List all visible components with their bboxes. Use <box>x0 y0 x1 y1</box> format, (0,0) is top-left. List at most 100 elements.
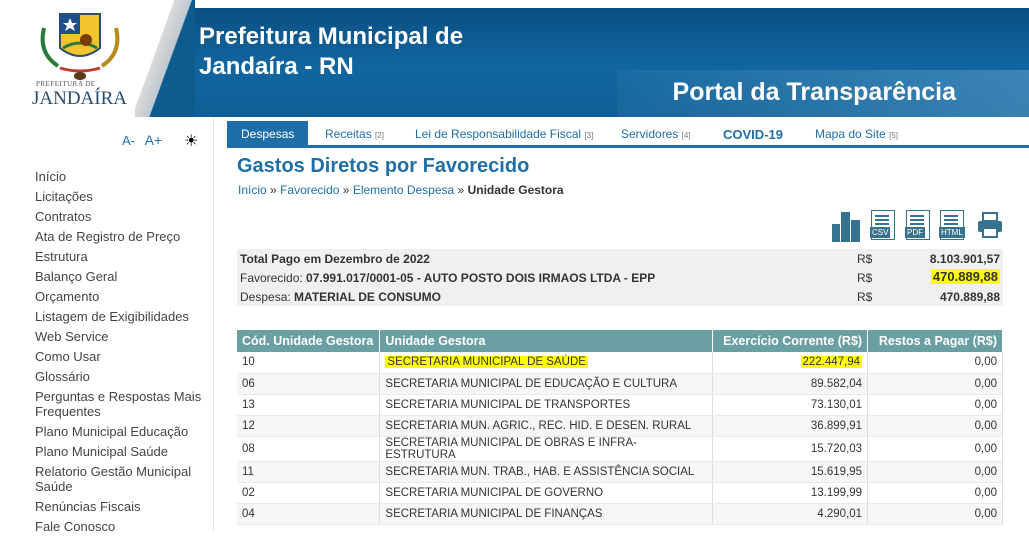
cell-exercicio: 222.447,94 <box>712 352 869 374</box>
coat-of-arms-icon <box>40 13 120 80</box>
sidebar-item-plano-saude[interactable]: Plano Municipal Saúde <box>35 444 210 459</box>
sidebar-item-glossario[interactable]: Glossário <box>35 369 210 384</box>
favorecido-label: Favorecido: <box>240 271 303 285</box>
table-row: 13 SECRETARIA MUNICIPAL DE TRANSPORTES 7… <box>237 394 1003 416</box>
chart-icon[interactable] <box>830 210 860 242</box>
cell-exercicio: 15.619,95 <box>712 461 869 483</box>
font-decrease-button[interactable]: A- <box>122 133 135 148</box>
tab-mapa-site[interactable]: Mapa do Site [5] <box>815 121 898 145</box>
font-increase-button[interactable]: A+ <box>145 132 163 148</box>
municipality-title: Prefeitura Municipal de Jandaíra - RN <box>199 22 463 82</box>
sidebar: A- A+ ☀ Início Licitações Contratos Ata … <box>17 117 214 534</box>
cell-unidade[interactable]: SECRETARIA MUNICIPAL DE OBRAS E INFRA-ES… <box>379 436 714 462</box>
summary-favorecido-row: Favorecido: 07.991.017/0001-05 - AUTO PO… <box>240 268 1000 286</box>
col-header-restos[interactable]: Restos a Pagar (R$) <box>867 330 1003 352</box>
cell-unidade[interactable]: SECRETARIA MUN. AGRIC., REC. HID. E DESE… <box>379 415 714 437</box>
cell-exercicio: 73.130,01 <box>712 394 869 416</box>
sidebar-item-renuncias-fiscais[interactable]: Renúncias Fiscais <box>35 499 210 514</box>
tab-covid[interactable]: COVID-19 <box>723 121 783 145</box>
breadcrumb-favorecido[interactable]: Favorecido <box>280 183 339 197</box>
cell-unidade[interactable]: SECRETARIA MUNICIPAL DE GOVERNO <box>379 482 714 504</box>
tab-servidores[interactable]: Servidores [4] <box>621 121 691 145</box>
summary-total-row: Total Pago em Dezembro de 2022 R$ 8.103.… <box>240 249 1000 267</box>
gastos-table: Cód. Unidade Gestora Unidade Gestora Exe… <box>237 330 1003 525</box>
breadcrumb-elemento-despesa[interactable]: Elemento Despesa <box>353 183 454 197</box>
cell-codigo: 04 <box>237 503 381 525</box>
total-label: Total Pago em Dezembro de 2022 <box>240 252 430 266</box>
favorecido-value: 07.991.017/0001-05 - AUTO POSTO DOIS IRM… <box>306 271 656 285</box>
cell-restos: 0,00 <box>867 482 1003 504</box>
summary-despesa-row: Despesa: MATERIAL DE CONSUMO R$ 470.889,… <box>240 287 1000 305</box>
col-header-exercicio[interactable]: Exercício Corrente (R$) <box>712 330 869 352</box>
cell-unidade[interactable]: SECRETARIA MUNICIPAL DE EDUCAÇÃO E CULTU… <box>379 373 714 395</box>
sidebar-item-estrutura[interactable]: Estrutura <box>35 249 210 264</box>
sidebar-item-orcamento[interactable]: Orçamento <box>35 289 210 304</box>
summary-box: Total Pago em Dezembro de 2022 R$ 8.103.… <box>237 249 1003 306</box>
table-row: 08 SECRETARIA MUNICIPAL DE OBRAS E INFRA… <box>237 436 1003 462</box>
sidebar-item-ata-registro-preco[interactable]: Ata de Registro de Preço <box>35 229 210 244</box>
municipality-title-line2: Jandaíra - RN <box>199 53 354 80</box>
cell-exercicio: 15.720,03 <box>712 436 869 462</box>
pdf-export-icon[interactable]: PDF <box>905 210 932 242</box>
cell-unidade[interactable]: SECRETARIA MUN. TRAB., HAB. E ASSISTÊNCI… <box>379 461 714 483</box>
tab-count: [2] <box>375 131 384 140</box>
cell-unidade-link[interactable]: SECRETARIA MUNICIPAL DE SAÚDE <box>385 356 588 369</box>
cell-unidade[interactable]: SECRETARIA MUNICIPAL DE SAÚDE <box>379 352 714 374</box>
tab-despesas[interactable]: Despesas <box>227 121 309 145</box>
col-header-codigo[interactable]: Cód. Unidade Gestora <box>237 330 381 352</box>
portal-title: Portal da Transparência <box>672 78 956 106</box>
table-row: 12 SECRETARIA MUN. AGRIC., REC. HID. E D… <box>237 415 1003 437</box>
col-header-unidade[interactable]: Unidade Gestora <box>379 330 714 352</box>
sidebar-item-fale-conosco[interactable]: Fale Conosco <box>35 519 210 534</box>
cell-codigo: 13 <box>237 394 381 416</box>
total-value: 8.103.901,57 <box>929 252 1000 266</box>
tab-label: COVID-19 <box>723 127 783 142</box>
despesa-field: Despesa: MATERIAL DE CONSUMO <box>240 290 441 304</box>
sidebar-item-balanco-geral[interactable]: Balanço Geral <box>35 269 210 284</box>
cell-unidade[interactable]: SECRETARIA MUNICIPAL DE TRANSPORTES <box>379 394 714 416</box>
breadcrumb-separator: » <box>457 183 465 197</box>
cell-restos: 0,00 <box>867 373 1003 395</box>
cell-unidade[interactable]: SECRETARIA MUNICIPAL DE FINANÇAS <box>379 503 714 525</box>
cell-restos: 0,00 <box>867 503 1003 525</box>
logo-caption: PREFEITURA DE <box>36 80 96 88</box>
tab-receitas[interactable]: Receitas [2] <box>325 121 384 145</box>
sidebar-nav: Início Licitações Contratos Ata de Regis… <box>35 169 210 539</box>
logo-name: JANDAÍRA <box>32 88 127 109</box>
tab-label: Mapa do Site <box>815 127 886 141</box>
header-top-band <box>162 0 1029 8</box>
table-row: 11 SECRETARIA MUN. TRAB., HAB. E ASSISTÊ… <box>237 461 1003 483</box>
sidebar-item-relatorio-saude[interactable]: Relatorio Gestão Municipal Saúde <box>35 464 210 494</box>
sidebar-item-como-usar[interactable]: Como Usar <box>35 349 210 364</box>
cell-codigo: 12 <box>237 415 381 437</box>
cell-restos: 0,00 <box>867 415 1003 437</box>
favorecido-field: Favorecido: 07.991.017/0001-05 - AUTO PO… <box>240 271 655 285</box>
despesa-amount: 470.889,88 <box>939 290 1000 304</box>
breadcrumb-separator: » <box>342 183 350 197</box>
sidebar-item-web-service[interactable]: Web Service <box>35 329 210 344</box>
table-row: 02 SECRETARIA MUNICIPAL DE GOVERNO 13.19… <box>237 482 1003 504</box>
sidebar-item-exigibilidades[interactable]: Listagem de Exigibilidades <box>35 309 210 324</box>
cell-restos: 0,00 <box>867 461 1003 483</box>
cell-codigo: 02 <box>237 482 381 504</box>
html-export-icon[interactable]: HTML <box>939 210 966 242</box>
cell-exercicio: 36.899,91 <box>712 415 869 437</box>
table-row: 06 SECRETARIA MUNICIPAL DE EDUCAÇÃO E CU… <box>237 373 1003 395</box>
tab-label: Despesas <box>241 127 295 141</box>
sidebar-item-faq[interactable]: Perguntas e Respostas Mais Frequentes <box>35 389 210 419</box>
breadcrumb-inicio[interactable]: Início <box>238 183 267 197</box>
sidebar-item-licitacoes[interactable]: Licitações <box>35 189 210 204</box>
sidebar-item-plano-educacao[interactable]: Plano Municipal Educação <box>35 424 210 439</box>
tab-label: Lei de Responsabilidade Fiscal <box>415 127 582 141</box>
sidebar-item-inicio[interactable]: Início <box>35 169 210 184</box>
despesa-currency: R$ <box>857 290 873 304</box>
contrast-toggle-icon[interactable]: ☀ <box>184 131 198 151</box>
print-icon[interactable] <box>976 210 1002 242</box>
sidebar-item-contratos[interactable]: Contratos <box>35 209 210 224</box>
site-header: Prefeitura Municipal de Jandaíra - RN Po… <box>17 0 1029 117</box>
despesa-label: Despesa: <box>240 290 291 304</box>
table-row: 10 SECRETARIA MUNICIPAL DE SAÚDE 222.447… <box>237 352 1003 374</box>
csv-export-icon[interactable]: CSV <box>870 210 897 242</box>
tab-lrf[interactable]: Lei de Responsabilidade Fiscal [3] <box>415 121 593 145</box>
cell-restos: 0,00 <box>867 436 1003 462</box>
